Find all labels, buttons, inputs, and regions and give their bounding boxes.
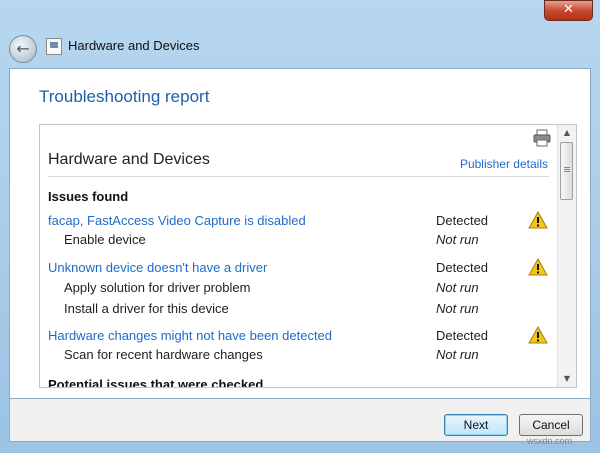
- potential-issues-heading: Potential issues that were checked: [48, 377, 264, 388]
- status-label: Detected: [436, 260, 489, 275]
- status-label: Detected: [436, 213, 489, 228]
- issue-row[interactable]: facap, FastAccess Video Capture is disab…: [48, 211, 548, 231]
- print-icon[interactable]: [533, 129, 551, 147]
- solution-label: Install a driver for this device: [64, 301, 229, 316]
- solution-row: Scan for recent hardware changes Not run: [48, 347, 548, 365]
- close-button[interactable]: ✕: [544, 0, 593, 21]
- report-panel: Hardware and Devices Publisher details I…: [39, 124, 577, 388]
- report-heading: Hardware and Devices: [48, 151, 210, 168]
- solution-row: Apply solution for driver problem Not run: [48, 280, 548, 298]
- solution-row: Enable device Not run: [48, 232, 548, 250]
- scroll-up-icon[interactable]: ▲: [558, 125, 576, 141]
- page-title: Troubleshooting report: [39, 87, 210, 106]
- scroll-thumb[interactable]: [560, 142, 573, 200]
- button-bar: Next Cancel: [9, 399, 591, 442]
- cancel-button[interactable]: Cancel: [519, 414, 583, 436]
- solution-label: Scan for recent hardware changes: [64, 347, 263, 362]
- divider: [48, 176, 549, 177]
- vertical-scrollbar[interactable]: ▲ ▼: [557, 125, 576, 387]
- status-label: Not run: [436, 232, 479, 247]
- publisher-details-link[interactable]: Publisher details: [460, 157, 548, 171]
- back-arrow-icon: ←: [16, 39, 30, 58]
- warning-icon: [528, 211, 548, 229]
- issue-link[interactable]: Hardware changes might not have been det…: [48, 328, 332, 343]
- warning-icon: [528, 326, 548, 344]
- solution-label: Enable device: [64, 232, 146, 247]
- scroll-down-icon[interactable]: ▼: [558, 371, 576, 387]
- next-button[interactable]: Next: [444, 414, 508, 436]
- hardware-devices-icon: [46, 38, 62, 55]
- watermark: wsxdn.com: [527, 436, 573, 446]
- issue-link[interactable]: Unknown device doesn't have a driver: [48, 260, 267, 275]
- status-label: Not run: [436, 301, 479, 316]
- issue-row[interactable]: Hardware changes might not have been det…: [48, 326, 548, 346]
- status-label: Detected: [436, 328, 489, 343]
- status-label: Not run: [436, 347, 479, 362]
- issues-found-heading: Issues found: [48, 189, 129, 204]
- solution-label: Apply solution for driver problem: [64, 280, 251, 295]
- title-bar: ✕ ← Hardware and Devices: [0, 0, 600, 68]
- content-area: Troubleshooting report Hardware and Devi…: [9, 68, 591, 399]
- solution-row: Install a driver for this device Not run: [48, 301, 548, 319]
- issue-row[interactable]: Unknown device doesn't have a driver Dete…: [48, 258, 548, 278]
- status-label: Not run: [436, 280, 479, 295]
- back-button[interactable]: ←: [9, 35, 37, 63]
- warning-icon: [528, 258, 548, 276]
- window-title: Hardware and Devices: [68, 38, 200, 53]
- issue-link[interactable]: facap, FastAccess Video Capture is disab…: [48, 213, 306, 228]
- troubleshooter-window: ✕ ← Hardware and Devices Troubleshooting…: [0, 0, 600, 453]
